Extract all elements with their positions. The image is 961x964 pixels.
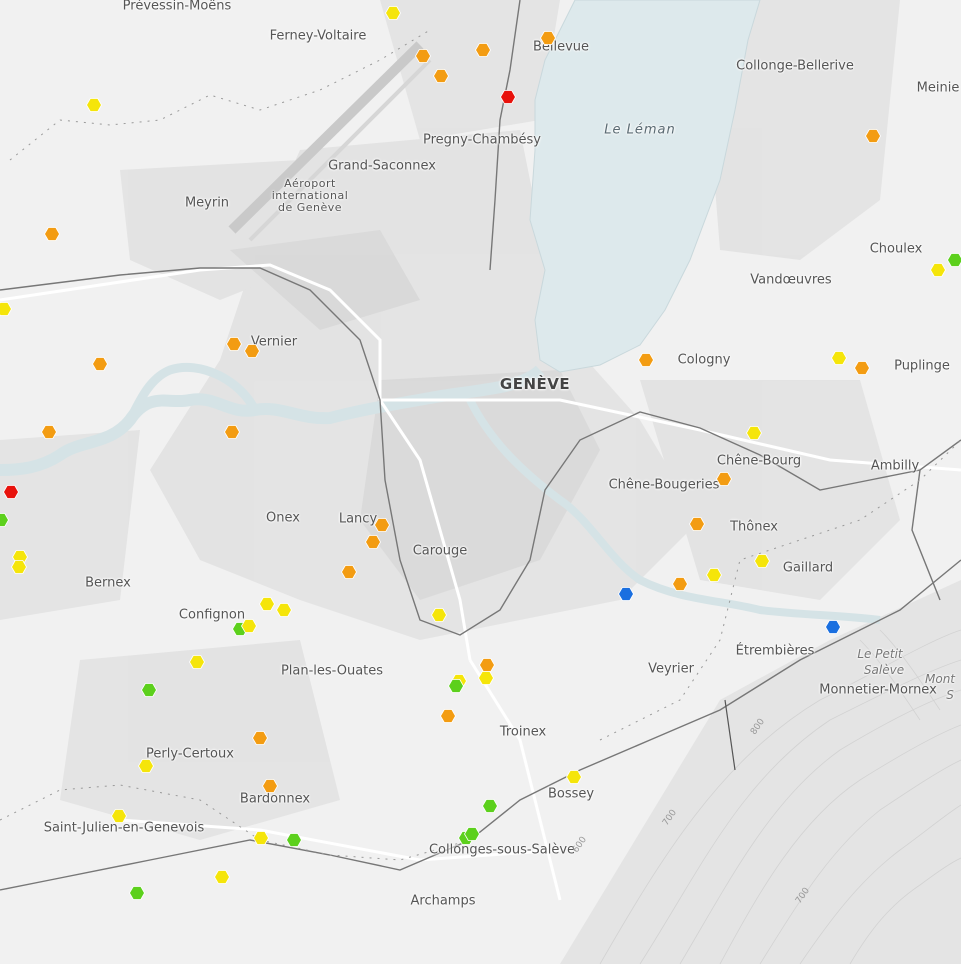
station-marker-yellow[interactable]	[86, 98, 102, 112]
station-marker-yellow[interactable]	[478, 671, 494, 685]
station-marker-blue[interactable]	[618, 587, 634, 601]
station-marker-green[interactable]	[464, 827, 480, 841]
station-marker-orange[interactable]	[854, 361, 870, 375]
station-marker-green[interactable]	[129, 886, 145, 900]
station-marker-yellow[interactable]	[831, 351, 847, 365]
station-marker-green[interactable]	[0, 513, 9, 527]
station-marker-yellow[interactable]	[754, 554, 770, 568]
station-marker-orange[interactable]	[440, 709, 456, 723]
station-marker-orange[interactable]	[226, 337, 242, 351]
station-marker-yellow[interactable]	[138, 759, 154, 773]
station-marker-yellow[interactable]	[253, 831, 269, 845]
station-marker-orange[interactable]	[365, 535, 381, 549]
station-marker-green[interactable]	[448, 679, 464, 693]
station-marker-orange[interactable]	[244, 344, 260, 358]
map-canvas[interactable]: Prévessin-Moëns Ferney-Voltaire Bellevue…	[0, 0, 961, 964]
station-marker-yellow[interactable]	[385, 6, 401, 20]
station-marker-yellow[interactable]	[189, 655, 205, 669]
station-marker-orange[interactable]	[41, 425, 57, 439]
station-marker-green[interactable]	[482, 799, 498, 813]
station-marker-orange[interactable]	[252, 731, 268, 745]
station-marker-orange[interactable]	[224, 425, 240, 439]
station-marker-blue[interactable]	[825, 620, 841, 634]
station-marker-orange[interactable]	[262, 779, 278, 793]
station-marker-yellow[interactable]	[746, 426, 762, 440]
station-marker-orange[interactable]	[44, 227, 60, 241]
station-marker-green[interactable]	[947, 253, 961, 267]
station-marker-yellow[interactable]	[0, 302, 12, 316]
station-marker-yellow[interactable]	[706, 568, 722, 582]
station-marker-orange[interactable]	[433, 69, 449, 83]
station-marker-red[interactable]	[500, 90, 516, 104]
station-marker-yellow[interactable]	[111, 809, 127, 823]
station-marker-yellow[interactable]	[276, 603, 292, 617]
station-marker-green[interactable]	[141, 683, 157, 697]
station-marker-yellow[interactable]	[241, 619, 257, 633]
station-marker-yellow[interactable]	[930, 263, 946, 277]
station-marker-orange[interactable]	[341, 565, 357, 579]
station-marker-orange[interactable]	[92, 357, 108, 371]
station-marker-green[interactable]	[286, 833, 302, 847]
station-marker-yellow[interactable]	[566, 770, 582, 784]
station-marker-orange[interactable]	[374, 518, 390, 532]
station-marker-orange[interactable]	[475, 43, 491, 57]
station-marker-red[interactable]	[3, 485, 19, 499]
station-marker-yellow[interactable]	[214, 870, 230, 884]
station-marker-orange[interactable]	[415, 49, 431, 63]
station-marker-orange[interactable]	[865, 129, 881, 143]
station-marker-yellow[interactable]	[259, 597, 275, 611]
station-marker-orange[interactable]	[638, 353, 654, 367]
station-markers-layer	[0, 6, 961, 900]
station-marker-orange[interactable]	[672, 577, 688, 591]
station-marker-orange[interactable]	[689, 517, 705, 531]
station-marker-orange[interactable]	[540, 31, 556, 45]
station-marker-orange[interactable]	[479, 658, 495, 672]
station-marker-yellow[interactable]	[11, 560, 27, 574]
station-marker-orange[interactable]	[716, 472, 732, 486]
station-marker-yellow[interactable]	[431, 608, 447, 622]
